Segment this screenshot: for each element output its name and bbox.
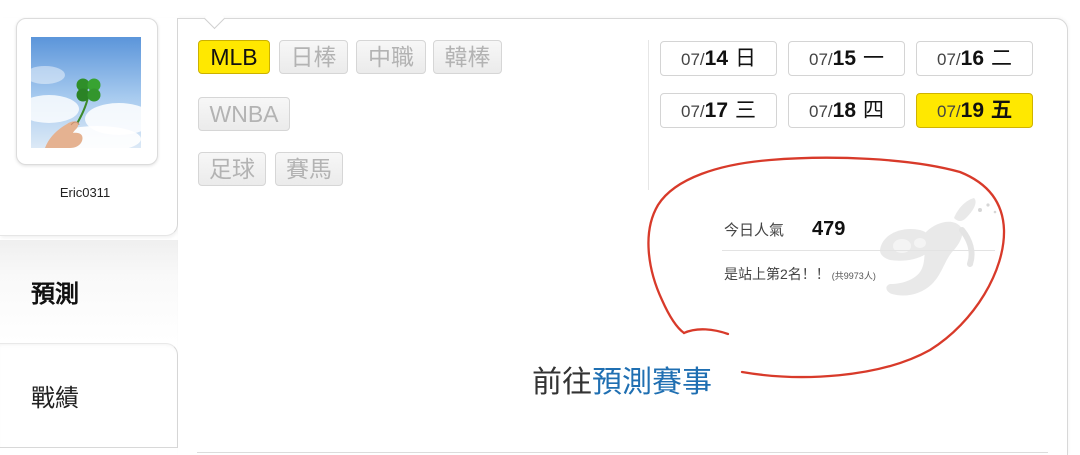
date-button-selected[interactable]: 07/19 五: [916, 93, 1033, 128]
sport-tag-wnba[interactable]: WNBA: [198, 97, 290, 131]
date-month: 07/: [937, 102, 961, 121]
date-day: 19: [960, 99, 984, 122]
date-button[interactable]: 07/15 一: [788, 41, 905, 76]
section-divider: [648, 40, 649, 190]
sport-tag-horse-racing[interactable]: 賽馬: [275, 152, 343, 186]
nav-item-predict[interactable]: 預測: [0, 240, 178, 342]
avatar-card[interactable]: [16, 18, 158, 165]
date-month: 07/: [681, 50, 705, 69]
sport-tag-npb[interactable]: 日棒: [279, 40, 348, 74]
nav-item-record[interactable]: 戰績: [0, 343, 178, 448]
popularity-value: 479: [812, 218, 846, 240]
date-weekday: 三: [735, 99, 756, 122]
mascot-logo-watermark-icon: [880, 198, 997, 296]
date-month: 07/: [937, 50, 961, 69]
date-button[interactable]: 07/18 四: [788, 93, 905, 128]
date-day: 15: [832, 47, 856, 70]
sport-tag-soccer[interactable]: 足球: [198, 152, 266, 186]
date-day: 14: [704, 47, 728, 70]
popularity-rank: 是站上第2名！！ (共9973人): [724, 264, 876, 286]
date-button[interactable]: 07/16 二: [916, 41, 1033, 76]
panel-notch: [203, 7, 226, 30]
popularity-divider: [722, 250, 995, 251]
date-button[interactable]: 07/17 三: [660, 93, 777, 128]
date-day: 17: [704, 99, 728, 122]
username: Eric0311: [59, 185, 111, 200]
cta-prefix: 前往: [532, 366, 592, 399]
sport-tag-mlb[interactable]: MLB: [198, 40, 270, 74]
date-button[interactable]: 07/14 日: [660, 41, 777, 76]
total-users-text: (共9973人): [831, 271, 876, 281]
profile-section: Eric0311: [0, 18, 178, 236]
date-weekday: 二: [991, 47, 1012, 70]
go-to-predictions: 前往預測賽事: [422, 365, 822, 401]
sport-tag-kbo[interactable]: 韓棒: [433, 40, 502, 74]
date-month: 07/: [809, 50, 833, 69]
date-month: 07/: [809, 102, 833, 121]
avatar[interactable]: [31, 37, 141, 148]
popularity-label: 今日人氣: [724, 222, 785, 239]
predictions-link[interactable]: 預測賽事: [592, 366, 712, 399]
date-weekday: 日: [735, 47, 756, 70]
date-weekday: 五: [991, 99, 1012, 122]
sport-tag-cpbl[interactable]: 中職: [356, 40, 426, 74]
rank-text: 是站上第2名！！: [724, 266, 830, 282]
bottom-divider: [197, 452, 1048, 453]
date-weekday: 四: [863, 99, 884, 122]
date-weekday: 一: [863, 47, 884, 70]
date-day: 16: [960, 47, 984, 70]
date-day: 18: [832, 99, 856, 122]
date-month: 07/: [681, 102, 705, 121]
